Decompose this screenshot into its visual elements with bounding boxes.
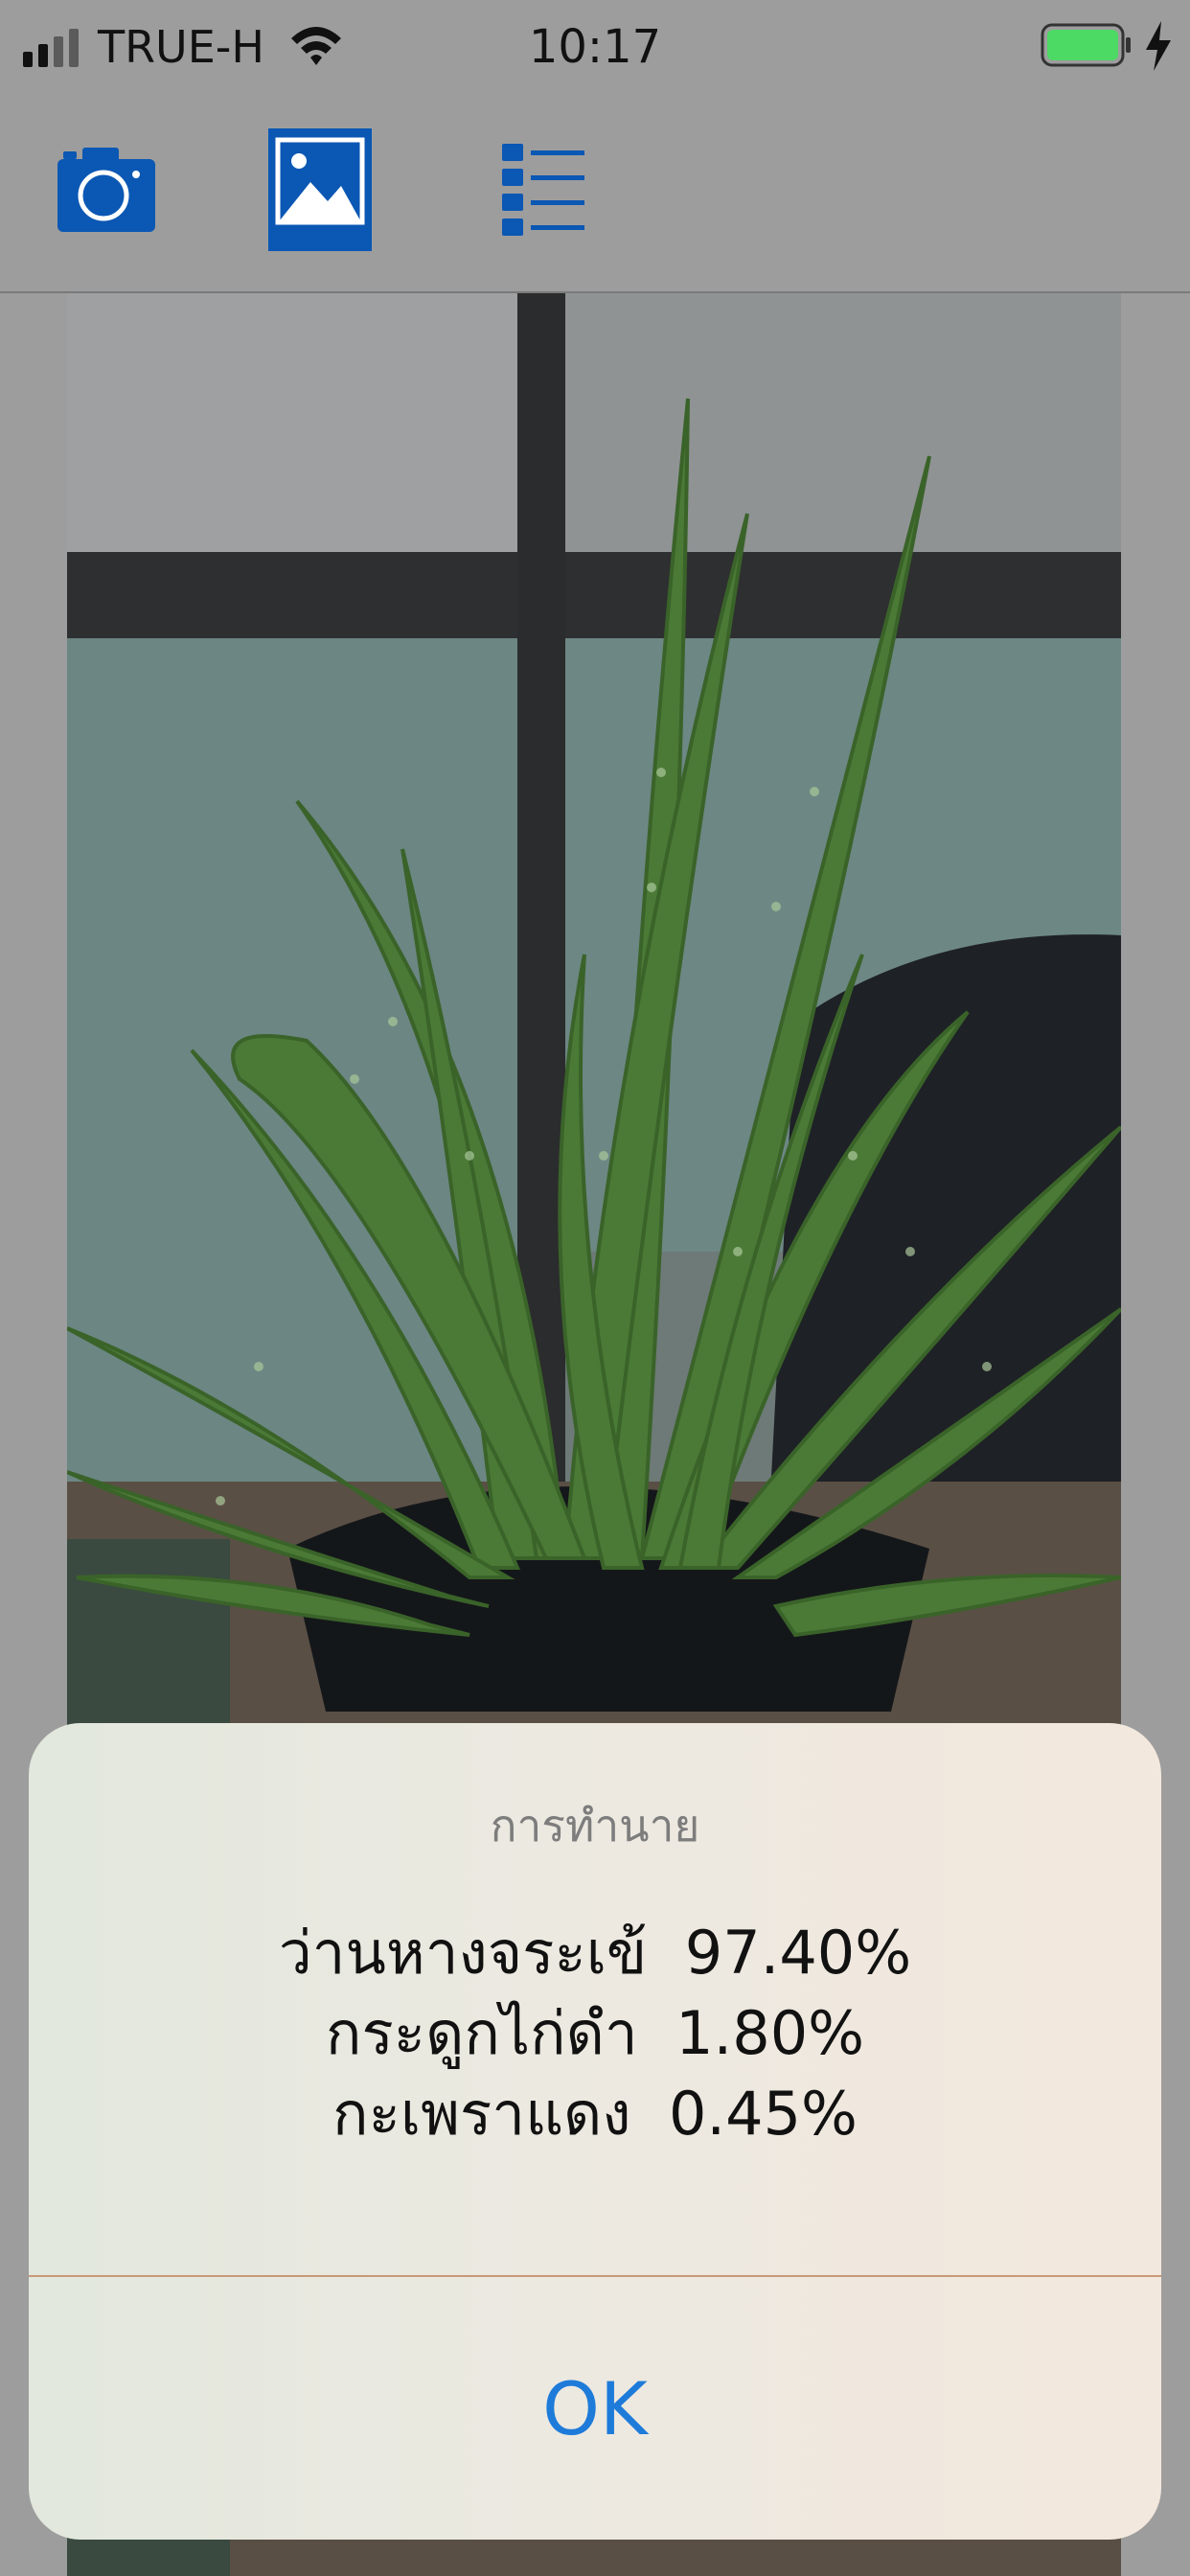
prediction-alert: การทำนาย ว่านหางจระเข้ 97.40% กระดูกไก่ด… [29, 1723, 1161, 2540]
battery-icon [1041, 23, 1131, 67]
ok-button[interactable]: OK [29, 2277, 1161, 2540]
screen: TRUE-H 10:17 การทำนาย ว่านหางจระเข้ 97.4… [0, 0, 1190, 2576]
photo-library-icon [268, 128, 372, 251]
prediction-row: ว่านหางจระเข้ 97.40% [29, 1913, 1161, 1993]
prediction-row: กะเพราแดง 0.45% [29, 2074, 1161, 2154]
status-time: 10:17 [528, 20, 662, 74]
charging-bolt-icon [1146, 21, 1171, 71]
camera-icon [57, 148, 155, 232]
photo-library-button[interactable] [266, 126, 374, 253]
list-button[interactable] [496, 138, 588, 238]
toolbar [0, 92, 1190, 293]
prediction-value: 1.80% [675, 1998, 865, 2068]
list-icon [502, 144, 584, 236]
prediction-label: ว่านหางจระเข้ [278, 1918, 648, 1988]
prediction-value: 0.45% [668, 2079, 858, 2149]
prediction-row: กระดูกไก่ดำ 1.80% [29, 1993, 1161, 2074]
prediction-value: 97.40% [684, 1918, 912, 1988]
prediction-label: กระดูกไก่ดำ [325, 1998, 638, 2068]
prediction-label: กะเพราแดง [332, 2079, 631, 2149]
camera-button[interactable] [54, 140, 159, 236]
alert-title: การทำนาย [490, 1800, 700, 1852]
alert-message: ว่านหางจระเข้ 97.40% กระดูกไก่ดำ 1.80% ก… [29, 1913, 1161, 2154]
status-bar: TRUE-H 10:17 [0, 0, 1190, 92]
